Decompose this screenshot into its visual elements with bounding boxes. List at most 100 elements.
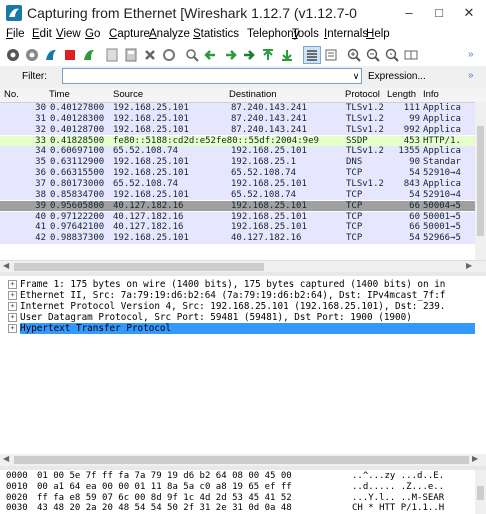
col-header-length[interactable]: Length — [387, 89, 416, 100]
go-back-icon[interactable] — [203, 47, 219, 63]
packet-row[interactable]: 39 0.95605800 40.127.182.16 192.168.25.101 T… — [0, 200, 486, 212]
menu-bar: File Edit View Go Capture Analyze Statistics Te… — [0, 26, 486, 44]
packet-row[interactable]: 41 0.97642100 40.127.182.16 192.168.25.101 T… — [0, 222, 486, 234]
packet-row[interactable]: 34 0.60697100 65.52.108.74 192.168.25.101 TL… — [0, 146, 486, 158]
hex-ascii[interactable]: ..^...zy ...d..E. — [352, 471, 444, 482]
packet-cell-info: Applica — [423, 124, 461, 135]
menu-view[interactable]: View — [56, 28, 81, 40]
packet-list-vscrollbar[interactable] — [475, 102, 486, 260]
restart-capture-icon[interactable] — [81, 47, 97, 63]
packet-row[interactable]: 35 0.63112900 192.168.25.101 192.168.25.1 DN… — [0, 157, 486, 168]
scroll-right-icon[interactable]: ▶ — [472, 454, 478, 463]
menu-tools[interactable]: Tools — [292, 28, 319, 40]
stop-capture-icon[interactable] — [62, 47, 78, 63]
packet-row[interactable]: 38 0.85834700 192.168.25.101 65.52.108.74 TC… — [0, 189, 486, 201]
scroll-thumb[interactable] — [477, 486, 484, 500]
packet-cell-time: 0.60697100 — [50, 146, 105, 157]
menu-go[interactable]: Go — [85, 28, 100, 40]
col-header-time[interactable]: Time — [49, 89, 70, 100]
interfaces-icon[interactable] — [5, 47, 21, 63]
scroll-thumb[interactable] — [14, 263, 264, 271]
detail-row[interactable]: + User Datagram Protocol, Src Port: 59481… — [0, 312, 486, 323]
packet-row[interactable]: 32 0.40128700 192.168.25.101 87.240.143.241… — [0, 124, 486, 136]
packet-row[interactable]: 33 0.41828500 fe80::5188:cd2d:e52fe80::55d… — [0, 135, 486, 147]
scroll-left-icon[interactable]: ◀ — [3, 454, 9, 463]
expression-button[interactable]: Expression... — [368, 71, 426, 82]
packet-cell-len: 54 — [409, 168, 420, 179]
packet-cell-no: 37 — [35, 178, 46, 189]
hex-bytes[interactable]: 01 00 5e 7f ff fa 7a 79 19 d6 b2 64 08 0… — [37, 471, 292, 482]
zoom-out-icon[interactable] — [365, 47, 381, 63]
auto-scroll-icon[interactable] — [323, 47, 339, 63]
menu-capture[interactable]: Capture — [109, 28, 150, 40]
col-header-destination[interactable]: Destination — [229, 89, 277, 100]
hex-bytes[interactable]: 00 a1 64 ea 00 00 01 11 8a 5a c0 a8 19 6… — [37, 482, 292, 493]
packet-row[interactable]: 42 0.98837300 192.168.25.101 40.127.182.16 T… — [0, 233, 486, 244]
col-header-info[interactable]: Info — [423, 89, 439, 100]
packet-cell-src: 192.168.25.101 — [113, 124, 189, 135]
expand-icon[interactable]: + — [8, 280, 17, 289]
packet-cell-dst: 192.168.25.101 — [231, 200, 307, 211]
details-hscrollbar[interactable]: ◀ ▶ — [0, 454, 486, 466]
filter-input[interactable] — [62, 68, 362, 84]
packet-row[interactable]: 36 0.66315500 192.168.25.101 65.52.108.74 TC… — [0, 168, 486, 179]
save-file-icon[interactable] — [123, 47, 139, 63]
expand-icon[interactable]: + — [8, 324, 17, 334]
scroll-left-icon[interactable]: ◀ — [3, 261, 9, 270]
menu-edit[interactable]: Edit — [32, 28, 52, 40]
packet-cell-info: 50004→5 — [423, 200, 461, 211]
menu-internals[interactable]: Internals — [324, 28, 368, 40]
hex-bytes[interactable]: 43 48 20 2a 20 48 54 54 50 2f 31 2e 31 0… — [37, 503, 292, 514]
packet-cell-time: 0.41828500 — [50, 135, 105, 146]
packet-row[interactable]: 31 0.40128300 192.168.25.101 87.240.143.241… — [0, 113, 486, 125]
col-header-source[interactable]: Source — [113, 89, 143, 100]
packet-cell-proto: TCP — [346, 211, 363, 222]
expand-icon[interactable]: + — [8, 302, 17, 312]
packet-row[interactable]: 30 0.40127800 192.168.25.101 87.240.143.241… — [0, 103, 486, 114]
close-button[interactable]: ✕ — [456, 3, 482, 23]
normal-size-icon[interactable] — [384, 47, 400, 63]
hex-ascii[interactable]: CH * HTT P/1.1..H — [352, 503, 444, 514]
detail-row[interactable]: + Frame 1: 175 bytes on wire (1400 bits),… — [0, 279, 486, 290]
go-forward-icon[interactable] — [222, 47, 238, 63]
detail-row[interactable]: + Ethernet II, Src: 7a:79:19:d6:b2:64 (7a… — [0, 290, 486, 301]
expand-icon[interactable]: + — [8, 313, 17, 323]
filter-dropdown-icon[interactable]: ∨ — [350, 69, 362, 83]
start-capture-icon[interactable] — [43, 47, 59, 63]
detail-row[interactable]: + Hypertext Transfer Protocol — [0, 323, 486, 335]
hex-ascii[interactable]: ...Y.l.. ..M-SEAR — [352, 493, 444, 504]
reload-icon[interactable] — [161, 47, 177, 63]
menu-file[interactable]: File — [6, 28, 25, 40]
zoom-in-icon[interactable] — [346, 47, 362, 63]
options-icon[interactable] — [24, 47, 40, 63]
col-header-no[interactable]: No. — [4, 89, 19, 100]
close-file-icon[interactable] — [142, 47, 158, 63]
resize-columns-icon[interactable] — [403, 47, 419, 63]
menu-help[interactable]: Help — [366, 28, 390, 40]
menu-analyze[interactable]: Analyze — [149, 28, 190, 40]
packet-row[interactable]: 37 0.80173000 65.52.108.74 192.168.25.101 TL… — [0, 178, 486, 190]
detail-row[interactable]: + Internet Protocol Version 4, Src: 192.1… — [0, 301, 486, 312]
scroll-right-icon[interactable]: ▶ — [466, 261, 472, 270]
col-header-protocol[interactable]: Protocol — [345, 89, 380, 100]
toolbar-more-icon[interactable]: » — [468, 49, 474, 60]
go-to-packet-icon[interactable] — [241, 47, 257, 63]
menu-statistics[interactable]: Statistics — [193, 28, 239, 40]
packet-row[interactable]: 40 0.97122200 40.127.182.16 192.168.25.101 T… — [0, 211, 486, 223]
filter-bar: Filter: ∨ Expression... » — [0, 66, 486, 88]
first-packet-icon[interactable] — [260, 47, 276, 63]
expand-icon[interactable]: + — [8, 291, 17, 301]
hex-ascii[interactable]: ..d..... .Z...e.. — [352, 482, 444, 493]
scroll-thumb[interactable] — [477, 126, 484, 236]
colorize-icon[interactable] — [303, 46, 321, 64]
maximize-button[interactable]: □ — [426, 3, 452, 23]
bytes-vscrollbar[interactable] — [475, 470, 486, 514]
packet-cell-time: 0.97122200 — [50, 211, 105, 222]
find-packet-icon[interactable] — [184, 47, 200, 63]
open-file-icon[interactable] — [104, 47, 120, 63]
scroll-thumb[interactable] — [14, 456, 469, 464]
minimize-button[interactable]: – — [396, 3, 422, 23]
filter-more-icon[interactable]: » — [468, 70, 474, 81]
hex-bytes[interactable]: ff fa e8 59 07 6c 00 8d 9f 1c 4d 2d 53 4… — [37, 493, 292, 504]
last-packet-icon[interactable] — [279, 47, 295, 63]
